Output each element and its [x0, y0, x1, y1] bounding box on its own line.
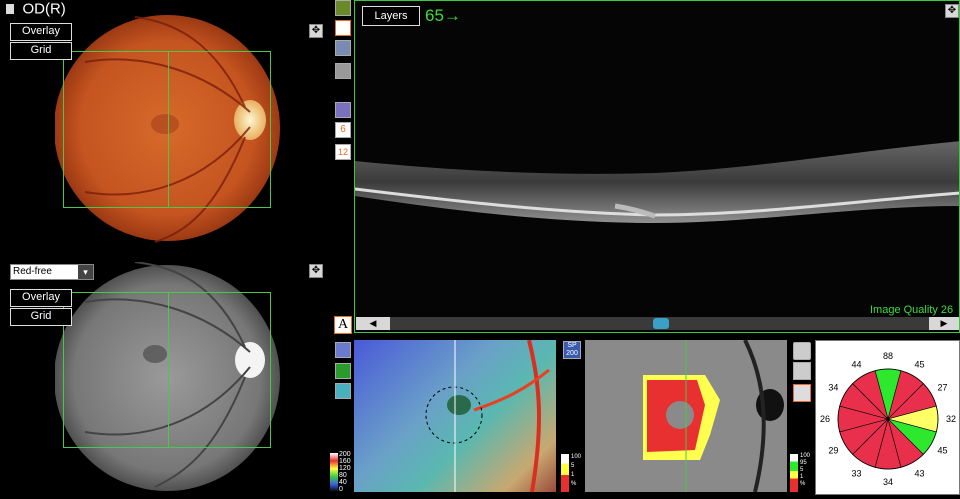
deviation-map[interactable]	[585, 340, 787, 492]
layers-view-icon[interactable]	[335, 20, 351, 36]
probability-scale-mid	[561, 454, 569, 492]
sector-chart: 88 45 27 32 45 43 34 33 29 26 34 44	[820, 351, 956, 487]
3d-map-icon[interactable]	[335, 363, 351, 379]
scroll-thumb[interactable]	[653, 318, 669, 329]
sp-200-badge[interactable]: SP 200	[563, 341, 581, 359]
overlay-button-bottom[interactable]: Overlay	[10, 289, 72, 307]
scan-view-icon[interactable]	[335, 63, 351, 79]
scroll-right-button[interactable]: ▶	[929, 317, 959, 330]
fundus-grid-top	[63, 51, 271, 208]
grid-line-top	[168, 51, 169, 208]
etdrs-grid-icon[interactable]	[793, 362, 811, 380]
sector-label-10: 34	[828, 383, 838, 393]
expand-icon-bscan[interactable]: ✥	[945, 4, 959, 18]
thickness-scale-labels: 200 160 120 80 40 0	[339, 451, 351, 493]
3d-view-icon[interactable]	[335, 40, 351, 56]
probability-scale-right-labels: 100 95 5 1 %	[800, 453, 811, 487]
grid-12-button[interactable]: 12	[335, 144, 351, 160]
sector-label-9: 26	[820, 414, 830, 424]
sector-label-8: 29	[828, 446, 838, 456]
sector-label-1: 45	[914, 359, 924, 369]
document-icon	[6, 3, 14, 14]
bscan-scrollbar[interactable]: ◀ ▶	[356, 317, 959, 330]
thickness-map-view-icon[interactable]	[335, 342, 351, 358]
grid-button-top[interactable]: Grid	[10, 42, 72, 60]
expand-icon-bottom[interactable]: ✥	[309, 264, 323, 278]
image-quality-label: Image Quality 26	[870, 304, 954, 316]
scroll-left-button[interactable]: ◀	[356, 317, 390, 330]
sector-label-4: 45	[938, 446, 948, 456]
thickness-map-icon[interactable]	[335, 102, 351, 118]
text-tool-button[interactable]: A	[334, 316, 352, 334]
scan-number: 65→	[425, 6, 461, 25]
circle-grid-icon[interactable]	[793, 342, 811, 360]
probability-scale-right	[790, 454, 798, 492]
grid-button-bottom[interactable]: Grid	[10, 308, 72, 326]
bscan-panel[interactable]	[354, 0, 960, 333]
thickness-map[interactable]	[354, 340, 556, 492]
grid-line-bottom	[168, 292, 169, 448]
thickness-color-scale	[330, 453, 338, 492]
fundus-grid-bottom	[63, 292, 271, 448]
overlay-button-top[interactable]: Overlay	[10, 23, 72, 41]
expand-icon-top[interactable]: ✥	[309, 24, 323, 38]
sector-label-5: 43	[914, 469, 924, 479]
grid-6-button[interactable]: 6	[335, 122, 351, 138]
sector-label-7: 33	[851, 469, 861, 479]
probability-scale-mid-labels: 100 5 1 %	[571, 454, 582, 487]
sector-label-3: 32	[946, 414, 956, 424]
sector-label-2: 27	[938, 383, 948, 393]
sector-label-11: 44	[851, 359, 861, 369]
sector-label-0: 88	[883, 351, 893, 361]
sector-chart-panel: 88 45 27 32 45 43 34 33 29 26 34 44	[815, 340, 960, 495]
surface-map-icon[interactable]	[335, 383, 351, 399]
sector-grid-icon[interactable]	[793, 384, 811, 402]
sector-label-6: 34	[883, 477, 893, 487]
fundus-view-icon[interactable]	[335, 0, 351, 16]
layers-button[interactable]: Layers	[362, 6, 420, 26]
